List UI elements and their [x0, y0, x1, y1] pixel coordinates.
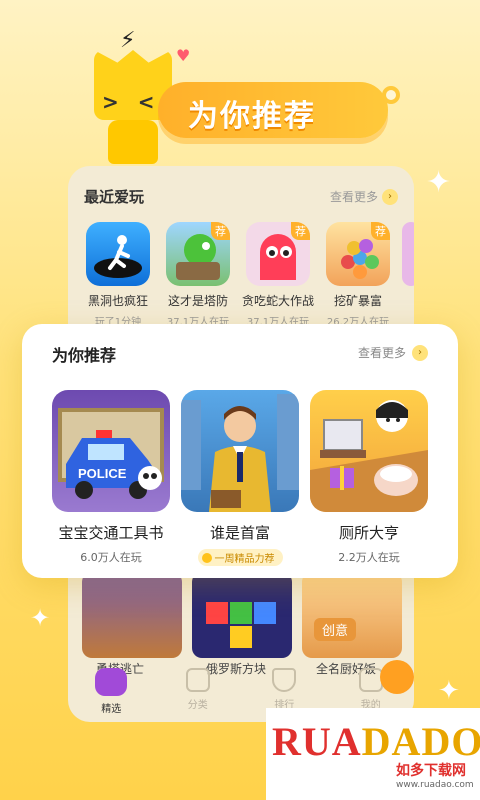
banner-ring-decoration	[382, 86, 400, 104]
weekly-pick-badge: 一周精品力荐	[197, 549, 283, 566]
game-name: 谁是首富	[209, 524, 270, 542]
coin-icon	[201, 553, 212, 563]
recent-section-title: 最近爱玩	[84, 188, 145, 206]
game-name: 厕所大亨	[338, 524, 399, 542]
recent-game-name: 这才是塔防	[167, 294, 228, 308]
rich-man-game-icon	[181, 390, 299, 512]
blackhole-game-icon	[86, 222, 150, 286]
recommend-card-title: 为你推荐	[52, 346, 117, 365]
recommend-banner: 为你推荐	[158, 82, 400, 138]
weekly-pick-label: 一周精品力荐	[214, 554, 275, 565]
game-icon	[402, 222, 414, 286]
sparkle-icon: ✦	[426, 165, 452, 200]
orange-ball-decoration	[380, 660, 414, 694]
background-game-card[interactable]: 创意	[302, 572, 402, 658]
recommended-game[interactable]: 谁是首富 一周精品力荐	[181, 390, 299, 566]
creative-tag: 创意	[314, 618, 357, 641]
recent-game-item[interactable]: 荐 挖矿暴富 26.2万人在玩	[322, 222, 394, 328]
chevron-right-icon: ›	[382, 188, 398, 205]
recommend-see-more-link[interactable]: 查看更多 ›	[358, 344, 428, 361]
recent-game-name: 挖矿暴富	[333, 294, 382, 308]
banner-title: 为你推荐	[188, 99, 316, 134]
mascot-body	[108, 120, 158, 164]
recommended-game[interactable]: 厕所大亨 2.2万人在玩	[310, 390, 428, 565]
recent-game-item[interactable]: 黑洞也疯狂 玩了1分钟	[82, 222, 154, 328]
recent-see-more-link[interactable]: 查看更多 ›	[330, 188, 398, 205]
weekly-pick-row: 一周精品力荐	[181, 549, 299, 566]
tab-categories[interactable]: 分类	[155, 662, 242, 722]
police-car-game-icon: POLICE	[52, 390, 170, 512]
game-players: 6.0万人在玩	[80, 551, 142, 564]
watermark-url: www.ruadao.com	[396, 780, 474, 790]
recent-section-header: 最近爱玩 查看更多 ›	[84, 186, 398, 208]
folder-icon	[185, 668, 210, 692]
watermark-logo: RUADADO	[272, 718, 480, 765]
background-game-card[interactable]	[192, 572, 292, 658]
watermark-logo-right: DADO	[361, 719, 480, 764]
heart-icon: ♥	[176, 46, 191, 65]
recent-games-list: 黑洞也疯狂 玩了1分钟 荐 这才是塔防 37.1万人在玩 荐 贪吃蛇大作战 37…	[82, 222, 414, 332]
lightning-icon: ⚡	[120, 28, 136, 53]
recent-game-name: 贪吃蛇大作战	[242, 294, 315, 308]
trophy-icon	[272, 668, 297, 692]
chevron-right-icon: ›	[412, 344, 428, 361]
recommended-game[interactable]: POLICE 宝宝交通工具书 6.0万人在玩	[52, 390, 170, 565]
tab-label: 分类	[187, 700, 208, 711]
snake-game-icon: 荐	[246, 222, 310, 286]
mining-game-icon: 荐	[326, 222, 390, 286]
recommend-tag: 荐	[211, 222, 230, 240]
sparkle-icon: ✦	[30, 604, 51, 632]
recent-game-name: 黑洞也疯狂	[87, 294, 148, 308]
svg-text:POLICE: POLICE	[78, 466, 127, 481]
recommend-tag: 荐	[371, 222, 390, 240]
tab-label: 精选	[101, 704, 122, 715]
tower-defense-game-icon: 荐	[166, 222, 230, 286]
game-controller-icon	[95, 668, 128, 696]
see-more-label: 查看更多	[357, 346, 406, 360]
recommend-card: 为你推荐 查看更多 › POLICE 宝宝交通工具书 6.0万人在玩 谁是首富 …	[22, 324, 458, 578]
recommend-tag: 荐	[291, 222, 310, 240]
game-name: 宝宝交通工具书	[58, 524, 164, 542]
recent-game-item[interactable]: 荐 贪吃蛇大作战 37.1万人在玩	[242, 222, 314, 328]
toilet-tycoon-game-icon	[310, 390, 428, 512]
watermark-logo-left: RUA	[272, 719, 362, 764]
see-more-label: 查看更多	[329, 190, 378, 204]
recent-game-item[interactable]: 荐 这才是塔防 37.1万人在玩	[162, 222, 234, 328]
profile-icon	[358, 668, 383, 692]
site-watermark: RUADADO 如多下载网 www.ruadao.com	[266, 708, 480, 800]
tab-featured[interactable]: 精选	[68, 662, 155, 722]
recent-game-item-partial[interactable]	[402, 222, 414, 286]
background-game-card[interactable]	[82, 572, 182, 658]
sparkle-icon: ✦	[438, 676, 460, 706]
mascot-face: > <	[102, 90, 161, 114]
game-players: 2.2万人在玩	[338, 551, 400, 564]
watermark-site-name: 如多下载网	[396, 763, 466, 779]
background-games-row: 勇塔逃亡 俄罗斯方块 创意 全名厨好饭	[82, 572, 412, 676]
